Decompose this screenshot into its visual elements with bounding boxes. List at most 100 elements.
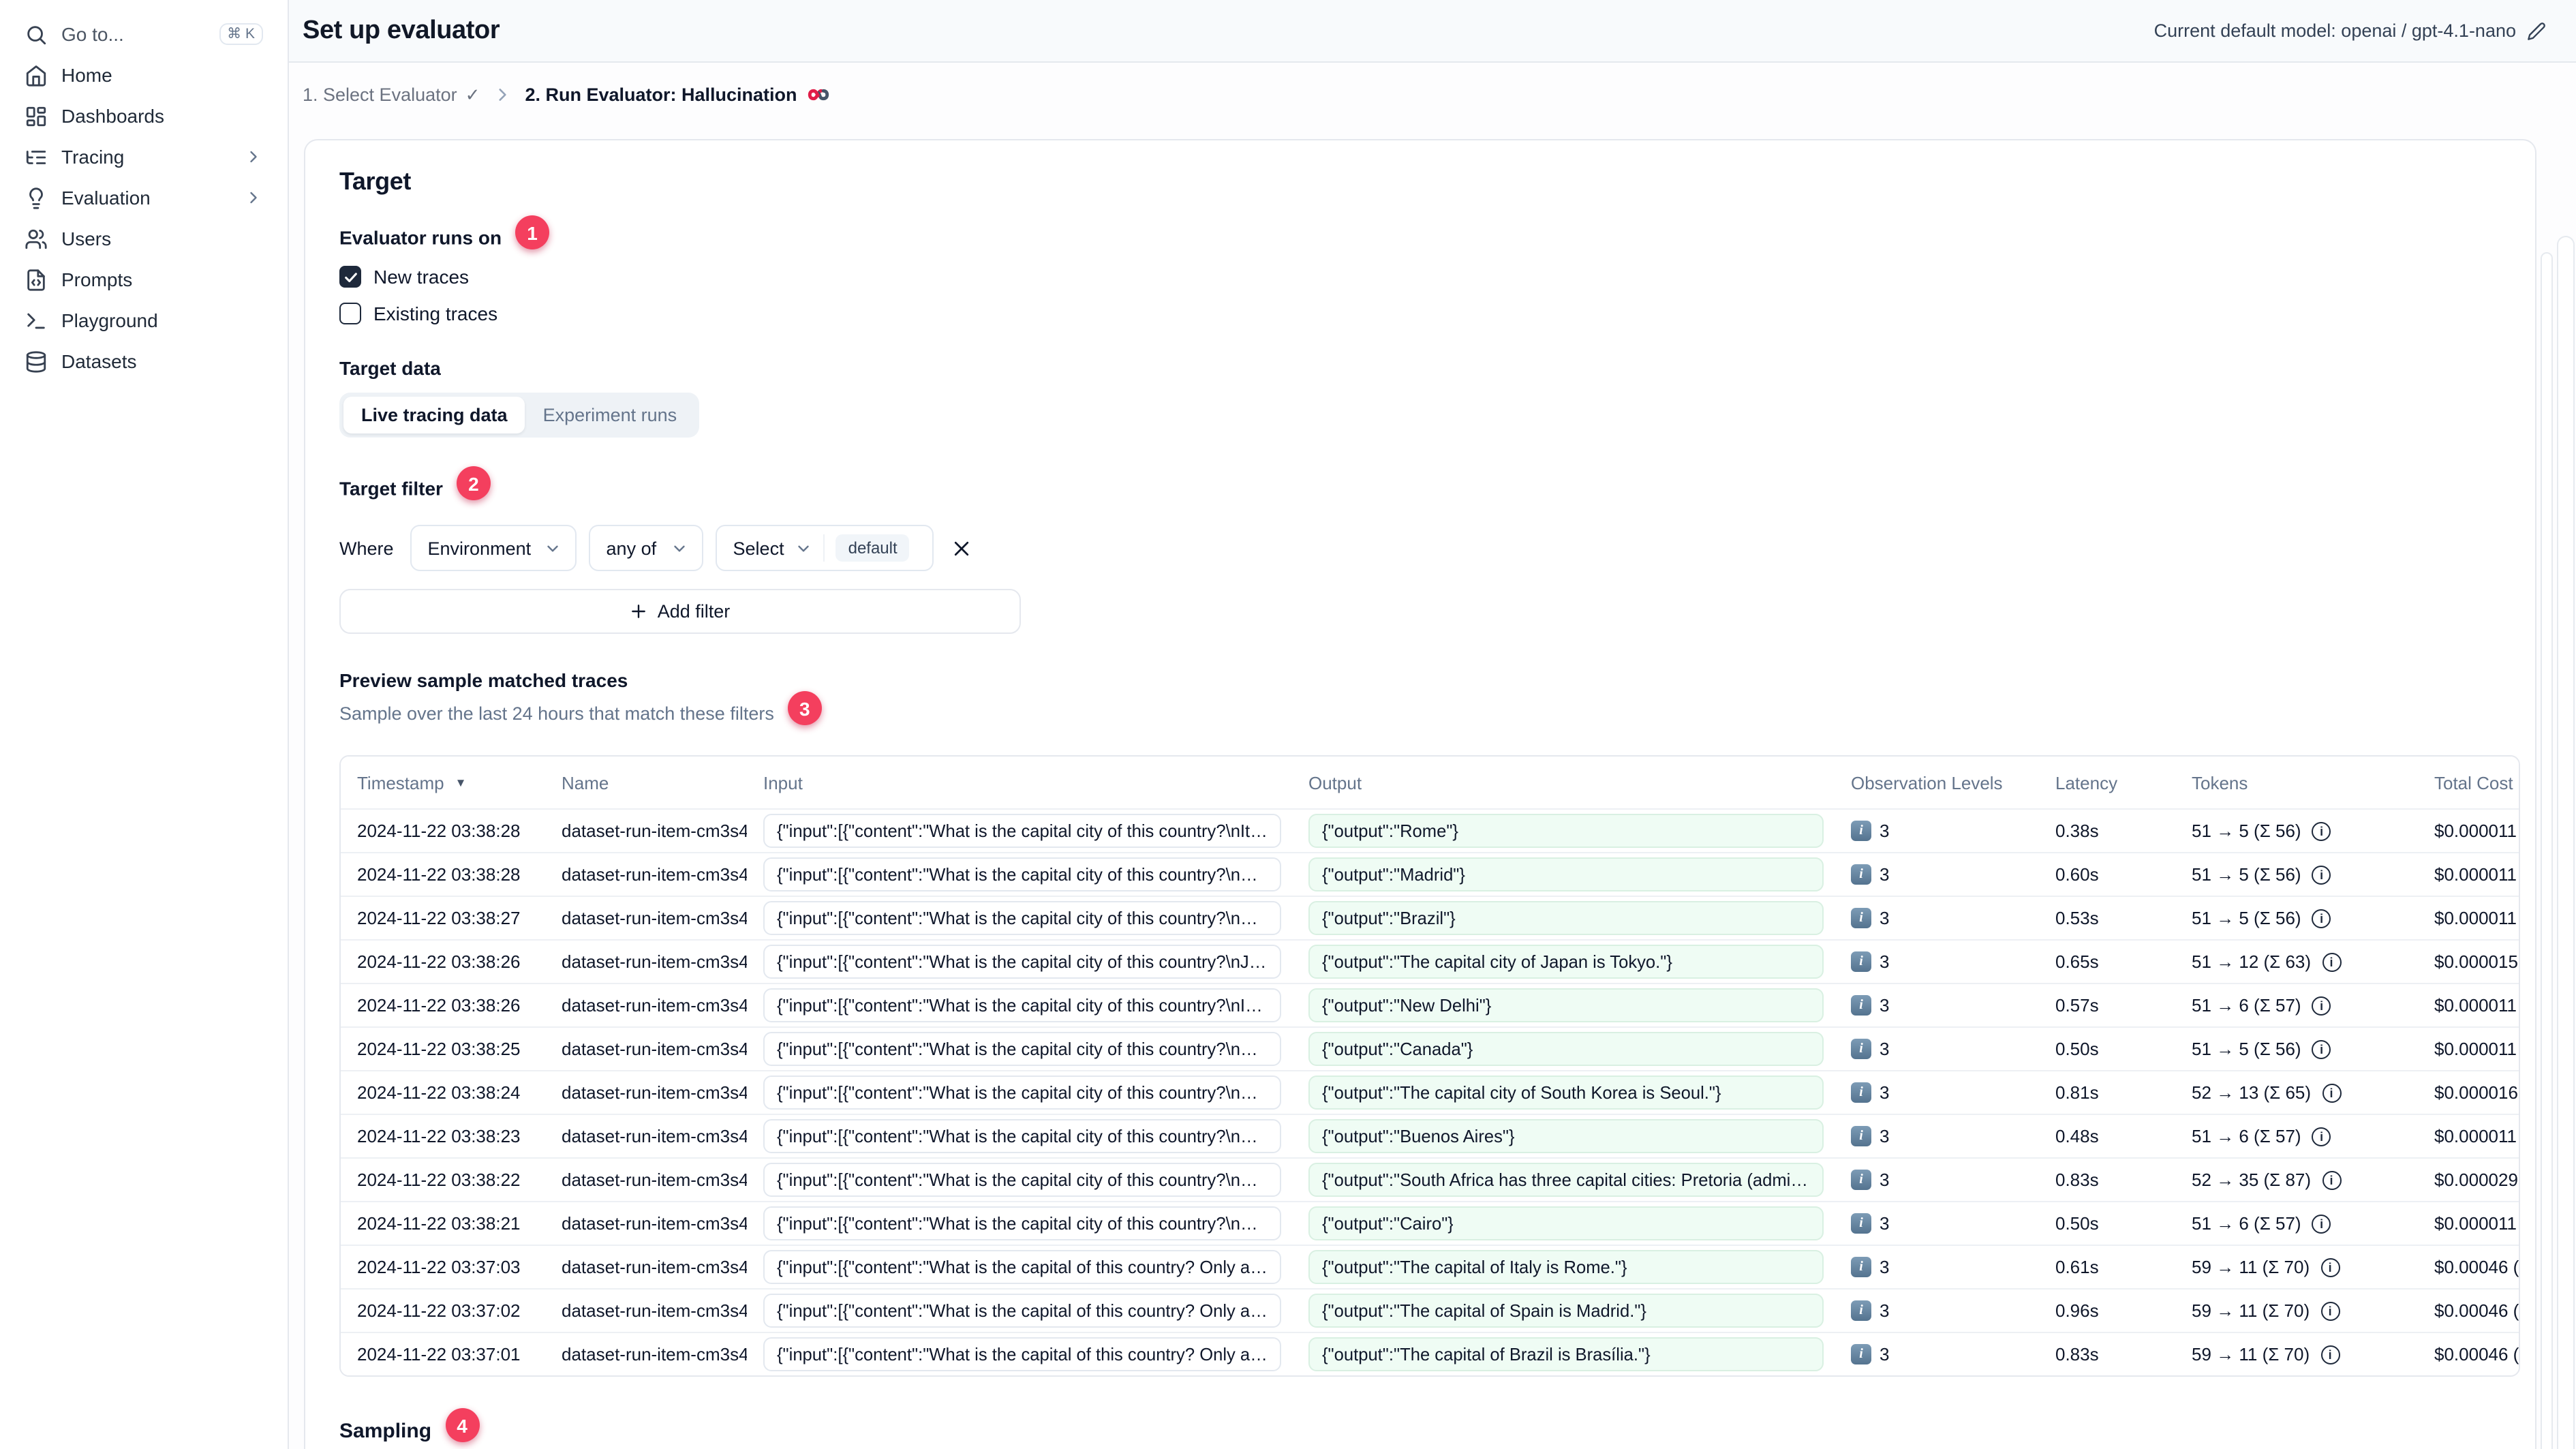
sidebar-item-users[interactable]: Users — [16, 218, 271, 259]
output-value-box[interactable]: {"output":"The capital of Spain is Madri… — [1308, 1294, 1824, 1328]
info-circle-icon[interactable]: i — [2322, 1170, 2342, 1189]
table-row[interactable]: 2024-11-22 03:38:24 dataset-run-item-cm3s… — [341, 1070, 2519, 1114]
input-value-box[interactable]: {"input":[{"content":"What is the capita… — [763, 945, 1281, 979]
existing-traces-checkbox[interactable] — [339, 303, 361, 324]
output-value-box[interactable]: {"output":"Brazil"} — [1308, 901, 1824, 935]
sidebar-item-evaluation[interactable]: Evaluation — [16, 177, 271, 218]
table-row[interactable]: 2024-11-22 03:37:02 dataset-run-item-cm3s… — [341, 1288, 2519, 1332]
step-badge-2: 2 — [456, 466, 491, 500]
column-header-output[interactable]: Output — [1292, 772, 1835, 793]
cell-input: {"input":[{"content":"What is the capita… — [747, 988, 1292, 1022]
cell-tokens: 59 → 11 (Σ 70) i — [2175, 1344, 2418, 1364]
info-circle-icon[interactable]: i — [2322, 952, 2342, 971]
existing-traces-option[interactable]: Existing traces — [339, 297, 2535, 330]
input-value-box[interactable]: {"input":[{"content":"What is the capita… — [763, 1294, 1281, 1328]
card-scrollbar[interactable] — [2541, 252, 2553, 1449]
input-value-box[interactable]: {"input":[{"content":"What is the capita… — [763, 1250, 1281, 1284]
input-value-box[interactable]: {"input":[{"content":"What is the capita… — [763, 814, 1281, 848]
input-value-box[interactable]: {"input":[{"content":"What is the capita… — [763, 1206, 1281, 1240]
output-value-box[interactable]: {"output":"New Delhi"} — [1308, 988, 1824, 1022]
table-row[interactable]: 2024-11-22 03:38:26 dataset-run-item-cm3s… — [341, 939, 2519, 983]
cell-name: dataset-run-item-cm3s4 — [562, 908, 747, 928]
sidebar-item-prompts[interactable]: Prompts — [16, 259, 271, 300]
table-row[interactable]: 2024-11-22 03:38:21 dataset-run-item-cm3s… — [341, 1201, 2519, 1245]
tab-live-tracing-data[interactable]: Live tracing data — [343, 397, 525, 433]
column-header-observation-levels[interactable]: Observation Levels — [1835, 772, 2039, 793]
column-header-total-cost[interactable]: Total Cost — [2418, 772, 2519, 793]
input-value-box[interactable]: {"input":[{"content":"What is the capita… — [763, 1032, 1281, 1066]
column-header-timestamp[interactable]: Timestamp ▼ — [341, 772, 545, 793]
info-circle-icon[interactable]: i — [2320, 1257, 2340, 1277]
input-value-box[interactable]: {"input":[{"content":"What is the capita… — [763, 1337, 1281, 1371]
info-circle-icon[interactable]: i — [2312, 865, 2331, 884]
input-value-box[interactable]: {"input":[{"content":"What is the capita… — [763, 988, 1281, 1022]
table-row[interactable]: 2024-11-22 03:38:28 dataset-run-item-cm3s… — [341, 852, 2519, 896]
filter-operator-select[interactable]: any of — [588, 525, 703, 571]
input-value-box[interactable]: {"input":[{"content":"What is the capita… — [763, 1163, 1281, 1197]
input-value-box[interactable]: {"input":[{"content":"What is the capita… — [763, 1119, 1281, 1153]
breadcrumb-step1[interactable]: 1. Select Evaluator ✓ — [303, 84, 480, 106]
output-value-box[interactable]: {"output":"The capital city of South Kor… — [1308, 1076, 1824, 1110]
sidebar: Go to... ⌘ K Home Dashboards Tracing Evalua… — [0, 0, 289, 1449]
output-value-box[interactable]: {"output":"Madrid"} — [1308, 857, 1824, 891]
sidebar-item-playground[interactable]: Playground — [16, 300, 271, 341]
cell-observation-levels: i3 — [1835, 864, 2039, 885]
sidebar-item-dashboards[interactable]: Dashboards — [16, 95, 271, 136]
remove-filter-button[interactable] — [951, 538, 972, 558]
new-traces-checkbox[interactable] — [339, 266, 361, 288]
info-circle-icon[interactable]: i — [2312, 1127, 2331, 1146]
output-value-box[interactable]: {"output":"Buenos Aires"} — [1308, 1119, 1824, 1153]
new-traces-option[interactable]: New traces — [339, 260, 2535, 293]
sidebar-item-datasets[interactable]: Datasets — [16, 341, 271, 382]
table-row[interactable]: 2024-11-22 03:38:26 dataset-run-item-cm3s… — [341, 983, 2519, 1026]
input-value-box[interactable]: {"input":[{"content":"What is the capita… — [763, 901, 1281, 935]
filter-field-select[interactable]: Environment — [410, 525, 577, 571]
cell-timestamp: 2024-11-22 03:38:25 — [357, 1039, 521, 1059]
cell-observation-levels: i3 — [1835, 1126, 2039, 1146]
page-scrollbar[interactable] — [2557, 236, 2575, 1449]
sidebar-item-tracing[interactable]: Tracing — [16, 136, 271, 177]
table-row[interactable]: 2024-11-22 03:37:03 dataset-run-item-cm3s… — [341, 1245, 2519, 1288]
cell-observation-levels: i3 — [1835, 951, 2039, 972]
output-value-box[interactable]: {"output":"Cairo"} — [1308, 1206, 1824, 1240]
info-circle-icon[interactable]: i — [2312, 996, 2331, 1015]
output-value-box[interactable]: {"output":"South Africa has three capita… — [1308, 1163, 1824, 1197]
table-row[interactable]: 2024-11-22 03:38:23 dataset-run-item-cm3s… — [341, 1114, 2519, 1157]
input-value-box[interactable]: {"input":[{"content":"What is the capita… — [763, 1076, 1281, 1110]
info-circle-icon[interactable]: i — [2312, 909, 2331, 928]
cell-output: {"output":"The capital of Brazil is Bras… — [1292, 1337, 1835, 1371]
cell-input: {"input":[{"content":"What is the capita… — [747, 1337, 1292, 1371]
info-circle-icon[interactable]: i — [2320, 1345, 2340, 1364]
table-row[interactable]: 2024-11-22 03:38:27 dataset-run-item-cm3s… — [341, 896, 2519, 939]
table-row[interactable]: 2024-11-22 03:38:25 dataset-run-item-cm3s… — [341, 1026, 2519, 1070]
info-circle-icon[interactable]: i — [2320, 1301, 2340, 1320]
cell-observation-levels: i3 — [1835, 1257, 2039, 1277]
info-circle-icon[interactable]: i — [2312, 1039, 2331, 1058]
cell-input: {"input":[{"content":"What is the capita… — [747, 814, 1292, 848]
add-filter-button[interactable]: Add filter — [339, 589, 1021, 634]
column-header-latency[interactable]: Latency — [2039, 772, 2175, 793]
column-header-tokens[interactable]: Tokens — [2175, 772, 2418, 793]
table-row[interactable]: 2024-11-22 03:38:22 dataset-run-item-cm3s… — [341, 1157, 2519, 1201]
goto-search[interactable]: Go to... ⌘ K — [16, 14, 271, 55]
tab-experiment-runs[interactable]: Experiment runs — [525, 397, 695, 433]
info-circle-icon[interactable]: i — [2312, 1214, 2331, 1233]
cell-tokens: 51 → 12 (Σ 63) i — [2175, 951, 2418, 972]
filter-value-select[interactable]: Select default — [715, 525, 934, 571]
output-value-box[interactable]: {"output":"The capital city of Japan is … — [1308, 945, 1824, 979]
sidebar-item-home[interactable]: Home — [16, 55, 271, 95]
output-value-box[interactable]: {"output":"Rome"} — [1308, 814, 1824, 848]
cell-name: dataset-run-item-cm3s4 — [562, 821, 747, 841]
info-circle-icon[interactable]: i — [2312, 821, 2331, 840]
column-header-name[interactable]: Name — [545, 772, 747, 793]
edit-pencil-icon[interactable] — [2527, 21, 2546, 40]
info-circle-icon[interactable]: i — [2322, 1083, 2342, 1102]
table-row[interactable]: 2024-11-22 03:37:01 dataset-run-item-cm3s… — [341, 1332, 2519, 1375]
output-value-box[interactable]: {"output":"The capital of Brazil is Bras… — [1308, 1337, 1824, 1371]
input-value-box[interactable]: {"input":[{"content":"What is the capita… — [763, 857, 1281, 891]
evaluation-icon — [25, 186, 48, 209]
table-row[interactable]: 2024-11-22 03:38:28 dataset-run-item-cm3s… — [341, 808, 2519, 852]
output-value-box[interactable]: {"output":"Canada"} — [1308, 1032, 1824, 1066]
output-value-box[interactable]: {"output":"The capital of Italy is Rome.… — [1308, 1250, 1824, 1284]
column-header-input[interactable]: Input — [747, 772, 1292, 793]
